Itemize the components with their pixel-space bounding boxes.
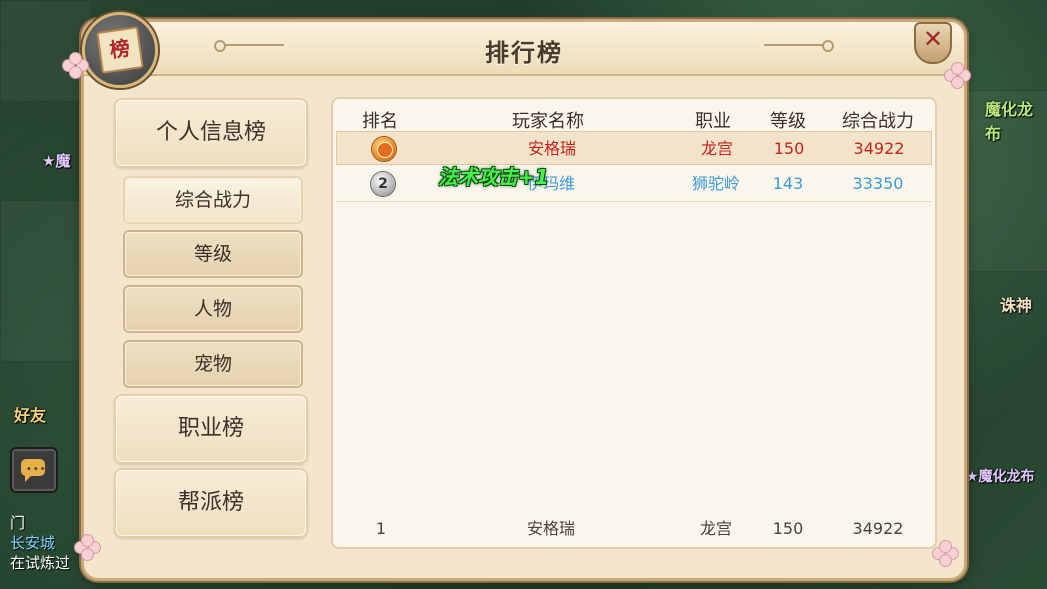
silver-medal-icon: 2 (371, 172, 395, 196)
header-player-name: 玩家名称 (512, 111, 584, 132)
title-bar: 排行榜 (84, 22, 964, 76)
npc-name: 魔化龙布 (985, 100, 1034, 143)
npc-name: 诛神 (1000, 296, 1033, 315)
player-power: 34922 (853, 139, 905, 158)
gold-medal-icon (372, 137, 396, 161)
own-class: 龙宫 (699, 519, 732, 538)
floating-buff-text: 法术攻击+1 (438, 165, 549, 189)
badge-scroll: 榜 (96, 26, 144, 74)
nav-sub-level[interactable]: 等级 (123, 230, 303, 278)
flower-decoration (62, 52, 89, 79)
ranking-panel: 排名 玩家名称 职业 等级 综合战力 安格瑞 龙宫 150 34922 2 伊玛… (331, 97, 937, 549)
own-power: 34922 (852, 519, 904, 538)
nav-label: 职业榜 (177, 416, 244, 441)
dialog-title: 排行榜 (485, 39, 563, 67)
own-name: 安格瑞 (526, 519, 575, 538)
nav-sub-label: 等级 (193, 243, 232, 265)
header-class: 职业 (695, 111, 731, 132)
chat-line: 长安城 (10, 534, 56, 552)
table-row[interactable]: 2 伊玛维 狮驼岭 143 33350 (336, 167, 932, 202)
header-power: 综合战力 (842, 111, 914, 132)
npc-title: ★魔 (42, 152, 71, 170)
world-tile (0, 200, 82, 362)
player-class: 龙宫 (700, 139, 733, 158)
row-divider (336, 201, 932, 202)
flower-decoration (944, 62, 971, 89)
nav-sub-overall-power[interactable]: 综合战力 (123, 176, 303, 224)
chat-line: 门 (10, 514, 26, 532)
world-tile (0, 0, 92, 102)
player-power: 33350 (852, 174, 904, 193)
close-button[interactable]: ✕ (908, 20, 954, 66)
player-level: 143 (772, 174, 804, 193)
leaderboard-badge-icon: 榜 (82, 12, 158, 88)
header-rank: 排名 (362, 111, 398, 132)
own-rank-row: 1 安格瑞 龙宫 150 34922 (336, 512, 932, 546)
nav-class-ranking[interactable]: 职业榜 (114, 394, 308, 464)
own-level: 150 (772, 519, 804, 538)
flower-decoration (74, 534, 101, 561)
nav-label: 帮派榜 (177, 490, 244, 515)
nav-label: 个人信息榜 (155, 120, 266, 145)
nav-sub-pet[interactable]: 宠物 (123, 340, 303, 388)
leaderboard-dialog: 排行榜 榜 ✕ 个人信息榜 综合战力 等级 人物 宠物 职业榜 帮派榜 排名 玩… (62, 12, 971, 578)
nav-sub-character[interactable]: 人物 (123, 285, 303, 333)
friend-label: 好友 (14, 406, 47, 425)
nav-sub-label: 人物 (193, 298, 232, 320)
table-row[interactable]: 安格瑞 龙宫 150 34922 (336, 131, 932, 165)
own-rank: 1 (375, 519, 387, 538)
chat-button[interactable]: ••• (10, 447, 58, 493)
nav-personal-ranking[interactable]: 个人信息榜 (114, 98, 308, 168)
player-level: 150 (773, 139, 805, 158)
nav-guild-ranking[interactable]: 帮派榜 (114, 468, 308, 538)
close-icon: ✕ (922, 25, 944, 53)
npc-title: ★魔化龙布 (966, 469, 1035, 485)
nav-sub-label: 综合战力 (174, 189, 251, 211)
nav-sub-label: 宠物 (193, 353, 232, 375)
chat-line: 在试炼过 (10, 554, 71, 572)
title-ornament (764, 40, 834, 52)
chat-dots-icon: ••• (26, 464, 47, 475)
header-level: 等级 (770, 111, 806, 132)
flower-decoration (932, 540, 959, 567)
player-class: 狮驼岭 (691, 174, 740, 193)
